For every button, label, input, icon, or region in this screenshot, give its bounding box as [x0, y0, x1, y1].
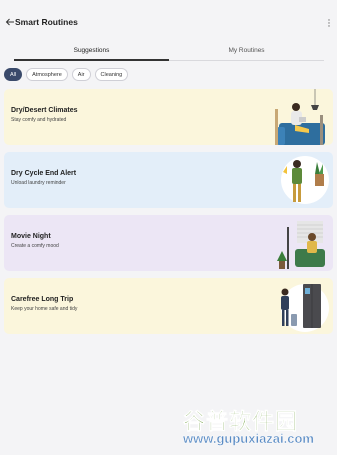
chip-atmosphere[interactable]: Atmosphere — [26, 68, 68, 81]
tab-suggestions[interactable]: Suggestions — [14, 44, 169, 60]
filter-chips: All Atmosphere Air Cleaning — [4, 68, 129, 81]
person-laundry-illustration — [281, 156, 329, 204]
movie-night-illustration — [277, 221, 325, 269]
more-options-icon[interactable] — [326, 17, 332, 29]
person-relaxing-illustration — [275, 89, 325, 145]
routine-description: Unload laundry reminder — [11, 180, 66, 186]
watermark-url: www.gupuxiazai.com — [183, 431, 314, 446]
back-arrow-icon[interactable] — [5, 17, 15, 27]
watermark: 谷普软件园 www.gupuxiazai.com — [183, 404, 333, 450]
routine-name: Movie Night — [11, 233, 51, 240]
tab-my-routines[interactable]: My Routines — [169, 44, 324, 60]
chip-all[interactable]: All — [4, 68, 23, 81]
routine-description: Stay comfy and hydrated — [11, 117, 67, 123]
routine-name: Carefree Long Trip — [11, 296, 74, 303]
routine-card-dry-cycle[interactable]: Dry Cycle End Alert Unload laundry remin… — [4, 152, 333, 208]
routine-card-dry-desert[interactable]: Dry/Desert Climates Stay comfy and hydra… — [4, 89, 333, 145]
tab-bar: Suggestions My Routines — [14, 44, 324, 60]
chip-air[interactable]: Air — [71, 68, 91, 81]
top-bar: Smart Routines — [0, 0, 337, 44]
routine-description: Keep your home safe and tidy — [11, 306, 78, 312]
active-tab-indicator — [14, 59, 169, 61]
routine-name: Dry Cycle End Alert — [11, 170, 77, 177]
traveler-illustration — [281, 284, 329, 332]
page-title: Smart Routines — [15, 17, 78, 27]
routine-description: Create a comfy mood — [11, 243, 59, 249]
chip-cleaning[interactable]: Cleaning — [94, 68, 129, 81]
routine-name: Dry/Desert Climates — [11, 107, 78, 114]
routine-card-long-trip[interactable]: Carefree Long Trip Keep your home safe a… — [4, 278, 333, 334]
routine-card-movie-night[interactable]: Movie Night Create a comfy mood — [4, 215, 333, 271]
